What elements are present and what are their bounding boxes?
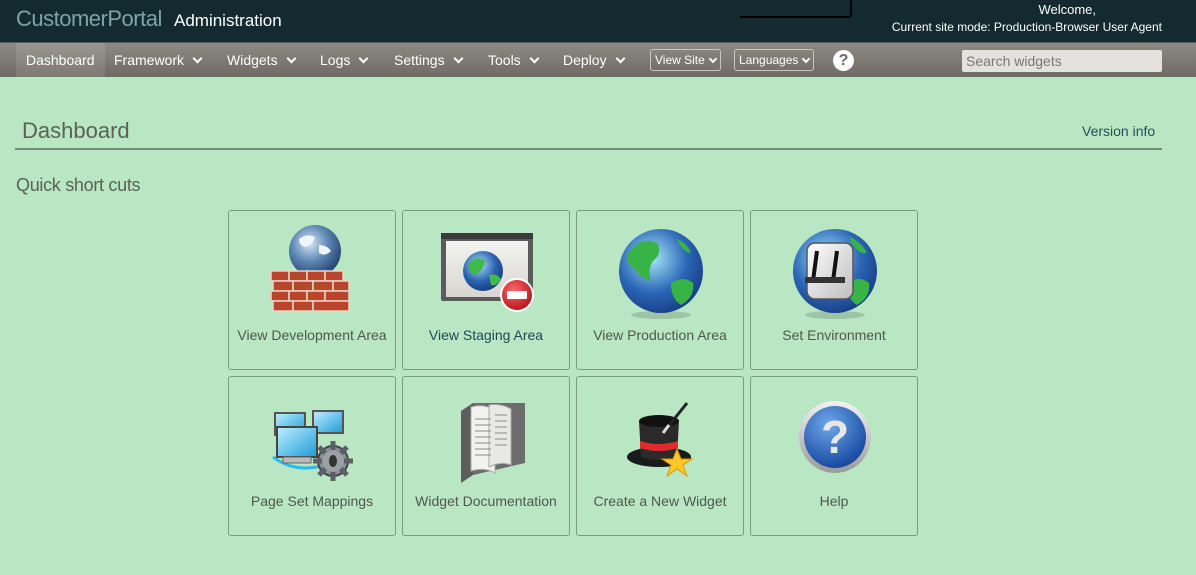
title-divider bbox=[15, 148, 1162, 150]
nav-settings[interactable]: Settings bbox=[384, 43, 472, 77]
brand-subtitle: Administration bbox=[174, 11, 282, 30]
nav-label: Framework bbox=[114, 52, 185, 68]
nav-label: Logs bbox=[320, 52, 351, 68]
main-nav: Dashboard Framework Widgets Logs Setting… bbox=[0, 42, 1196, 77]
tile-page-set-mappings[interactable]: Page Set Mappings bbox=[228, 376, 396, 536]
chevron-down-icon bbox=[615, 53, 626, 63]
globe-switch-icon bbox=[793, 229, 877, 319]
tile-widget-documentation[interactable]: Widget Documentation bbox=[402, 376, 570, 536]
nav-label: Settings bbox=[394, 52, 445, 68]
version-info-link[interactable]: Version info bbox=[1082, 123, 1155, 139]
nav-tools[interactable]: Tools bbox=[478, 43, 548, 77]
globe-icon bbox=[619, 229, 703, 319]
chevron-down-icon bbox=[192, 53, 203, 63]
tile-help[interactable]: ? Help bbox=[750, 376, 918, 536]
svg-text:?: ? bbox=[821, 411, 849, 463]
languages-label: Languages bbox=[739, 53, 799, 67]
section-title: Quick short cuts bbox=[16, 175, 141, 195]
tile-view-development-area[interactable]: View Development Area bbox=[228, 210, 396, 370]
nav-widgets[interactable]: Widgets bbox=[217, 43, 305, 77]
chevron-down-icon bbox=[286, 53, 297, 63]
nav-label: Widgets bbox=[227, 52, 278, 68]
tile-label: View Staging Area bbox=[428, 327, 544, 343]
view-site-label: View Site bbox=[655, 53, 705, 67]
view-site-dropdown[interactable]: View Site bbox=[650, 49, 721, 71]
nav-dashboard[interactable]: Dashboard bbox=[16, 43, 105, 77]
tile-label: View Production Area bbox=[593, 327, 727, 343]
tile-label: Help bbox=[819, 493, 849, 509]
tile-view-staging-area[interactable]: View Staging Area bbox=[402, 210, 570, 370]
nav-label: Dashboard bbox=[26, 52, 95, 68]
globe-firewall-icon bbox=[270, 225, 350, 312]
tile-create-new-widget[interactable]: Create a New Widget bbox=[576, 376, 744, 536]
nav-deploy[interactable]: Deploy bbox=[553, 43, 634, 77]
page-title: Dashboard bbox=[22, 118, 130, 143]
nav-label: Deploy bbox=[563, 52, 607, 68]
redaction-mark bbox=[740, 0, 852, 18]
magic-hat-star-icon bbox=[627, 402, 694, 478]
tile-label: Create a New Widget bbox=[593, 493, 727, 509]
chevron-down-icon bbox=[358, 53, 369, 63]
tile-set-environment[interactable]: Set Environment bbox=[750, 210, 918, 370]
languages-dropdown[interactable]: Languages bbox=[734, 49, 815, 71]
help-question-icon: ? bbox=[799, 401, 871, 473]
tile-view-production-area[interactable]: View Production Area bbox=[576, 210, 744, 370]
welcome-text: Welcome, bbox=[1038, 2, 1096, 17]
chevron-down-icon bbox=[708, 54, 718, 63]
tile-label: View Development Area bbox=[237, 327, 387, 343]
open-book-icon bbox=[461, 403, 525, 483]
nav-framework[interactable]: Framework bbox=[104, 43, 211, 77]
nav-logs[interactable]: Logs bbox=[310, 43, 377, 77]
search-widgets-input[interactable] bbox=[962, 50, 1162, 72]
chevron-down-icon bbox=[802, 54, 811, 63]
header: CustomerPortal Administration Welcome, C… bbox=[0, 0, 1196, 42]
site-mode-text: Current site mode: Production-Browser Us… bbox=[891, 20, 1162, 34]
brand-logo: CustomerPortal bbox=[16, 6, 162, 31]
tile-label: Widget Documentation bbox=[415, 493, 557, 509]
network-computers-gear-icon bbox=[272, 410, 353, 481]
chevron-down-icon bbox=[529, 53, 540, 63]
nav-label: Tools bbox=[488, 52, 521, 68]
browser-globe-blocked-icon bbox=[441, 233, 534, 312]
help-icon[interactable]: ? bbox=[833, 50, 854, 71]
tile-label: Page Set Mappings bbox=[250, 493, 374, 509]
chevron-down-icon bbox=[453, 53, 464, 63]
tile-label: Set Environment bbox=[782, 327, 886, 343]
